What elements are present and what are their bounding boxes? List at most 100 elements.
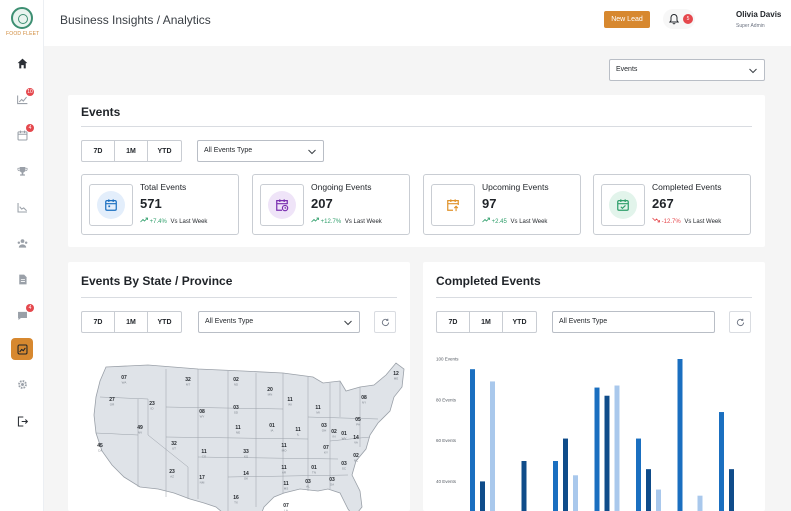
calendar-icon	[105, 199, 117, 211]
chart-bar[interactable]	[636, 438, 641, 511]
sidebar-item-settings[interactable]	[11, 373, 33, 395]
sidebar-item-calendar[interactable]: 4	[11, 124, 34, 146]
stat-card-upcoming-events[interactable]: Upcoming Events 97 +2.45 Vs Last Week	[423, 174, 581, 235]
stat-label: Completed Events	[652, 182, 722, 192]
logo-mark-icon	[11, 7, 33, 29]
events-title: Events	[81, 105, 121, 119]
sidebar-item-leads[interactable]: 10	[11, 88, 34, 110]
range-ytd-button[interactable]: YTD	[148, 141, 181, 161]
state-code-label: AZ	[170, 475, 174, 479]
stat-change-row: +12.7% Vs Last Week	[311, 217, 382, 225]
user-name[interactable]: Olivia Davis	[736, 10, 781, 19]
chart-bar[interactable]	[729, 469, 734, 511]
stat-icon-frame	[260, 184, 304, 226]
stat-compare-label: Vs Last Week	[344, 219, 382, 225]
stat-card-total-events[interactable]: Total Events 571 +7.4% Vs Last Week	[81, 174, 239, 235]
state-code-label: MT	[186, 383, 190, 387]
chart-bar[interactable]	[677, 359, 683, 511]
state-code-label: IN	[333, 435, 336, 439]
state-code-label: CO	[202, 455, 207, 459]
trophy-icon	[16, 166, 28, 176]
sidebar-item-home[interactable]	[11, 52, 33, 74]
state-code-label: KS	[244, 455, 248, 459]
map-type-select[interactable]: All Events Type	[198, 311, 360, 333]
stat-change-row: -12.7% Vs Last Week	[652, 217, 721, 225]
map-range-toggle: 7D 1M YTD	[81, 311, 182, 333]
y-tick-label: 100 Events	[436, 357, 459, 362]
range-1m-button[interactable]: 1M	[115, 312, 148, 332]
chart-bar[interactable]	[719, 412, 724, 511]
state-code-label: NC	[354, 459, 359, 463]
stat-card-completed-events[interactable]: Completed Events 267 -12.7% Vs Last Week	[593, 174, 751, 235]
events-divider	[81, 126, 752, 127]
map-refresh-button[interactable]	[374, 311, 396, 333]
events-by-state-title: Events By State / Province	[81, 274, 233, 288]
chart-bar[interactable]	[697, 495, 703, 511]
chevron-down-icon	[344, 320, 352, 326]
notifications-button[interactable]: 5	[663, 9, 695, 29]
stat-icon-frame	[431, 184, 475, 226]
chart-bar[interactable]	[573, 475, 578, 511]
state-code-label: ME	[394, 377, 399, 381]
stat-compare-label: Vs Last Week	[510, 219, 548, 225]
chart-bar[interactable]	[656, 489, 661, 511]
chart-bar[interactable]	[594, 387, 600, 511]
document-icon	[18, 274, 27, 284]
stat-card-ongoing-events[interactable]: Ongoing Events 207 +12.7% Vs Last Week	[252, 174, 410, 235]
map-type-value: All Events Type	[205, 318, 254, 325]
chart-bar[interactable]	[614, 385, 620, 511]
user-role: Super Admin	[736, 23, 765, 29]
chart-bar[interactable]	[563, 438, 568, 511]
sidebar-item-analytics[interactable]	[11, 338, 33, 360]
new-lead-button[interactable]: New Lead	[604, 11, 650, 28]
sidebar-item-logout[interactable]	[11, 410, 33, 432]
chart-bar[interactable]	[604, 395, 610, 511]
chart-bar[interactable]	[521, 461, 527, 511]
stat-label: Total Events	[140, 182, 187, 192]
state-code-label: TN	[312, 471, 316, 475]
y-tick-label: 40 Events	[436, 479, 457, 484]
analytics-category-select[interactable]: Events	[609, 59, 765, 81]
range-ytd-button[interactable]: YTD	[148, 312, 181, 332]
sidebar-item-trophy[interactable]	[11, 160, 33, 182]
state-code-label: UT	[172, 447, 176, 451]
chart-bar[interactable]	[490, 381, 495, 511]
stat-value: 97	[482, 196, 497, 211]
state-code-label: VA	[354, 441, 358, 445]
state-code-label: GA	[330, 483, 334, 487]
sidebar-item-documents[interactable]	[11, 268, 33, 290]
range-7d-button[interactable]: 7D	[82, 312, 115, 332]
stat-icon-frame	[89, 184, 133, 226]
events-type-select[interactable]: All Events Type	[197, 140, 324, 162]
chart-bar[interactable]	[553, 461, 558, 511]
range-7d-button[interactable]: 7D	[82, 141, 115, 161]
events-range-toggle: 7D 1M YTD	[81, 140, 182, 162]
calendar-clock-icon	[276, 199, 289, 212]
stat-change-row: +2.45 Vs Last Week	[482, 217, 547, 225]
calendar-check-icon	[617, 199, 629, 211]
sidebar-item-reports[interactable]	[11, 196, 33, 218]
sidebar-item-messages[interactable]: 4	[11, 304, 34, 326]
us-states-map[interactable]: 07WA 32MT02ND20MN12ME27OR 23ID08WY03SD11WI…	[78, 357, 408, 511]
logo-text: FOOD FLEET	[6, 31, 40, 37]
chart-line-icon	[17, 202, 27, 212]
chart-bar[interactable]	[470, 369, 475, 511]
chart-bar[interactable]	[646, 469, 651, 511]
state-code-label: CA	[98, 449, 102, 453]
stat-change-row: +7.4% Vs Last Week	[140, 217, 207, 225]
state-code-label: OK	[244, 477, 248, 481]
gear-icon	[17, 379, 27, 389]
chart-bar[interactable]	[480, 481, 485, 511]
state-code-label: MN	[268, 393, 273, 397]
state-code-label: PA	[356, 423, 360, 427]
completed-events-card: Completed Events 7D 1M YTD All Events Ty…	[423, 262, 765, 511]
sidebar: FOOD FLEET 10 4 4	[0, 0, 44, 511]
state-code-label: MI	[316, 411, 319, 415]
sidebar-item-team[interactable]	[11, 232, 33, 254]
events-by-state-card: Events By State / Province 7D 1M YTD All…	[68, 262, 410, 511]
state-code-label: MO	[282, 449, 287, 453]
completed-events-bar-chart: 100 Events 80 Events 60 Events 40 Events	[436, 357, 734, 511]
brand-logo[interactable]: FOOD FLEET	[6, 7, 40, 37]
range-1m-button[interactable]: 1M	[115, 141, 148, 161]
home-icon	[17, 58, 27, 68]
